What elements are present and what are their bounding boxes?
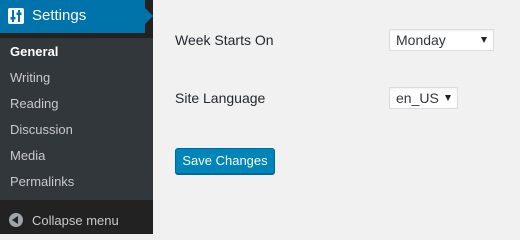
current-menu-arrow: [145, 8, 153, 24]
week-starts-on-value: Monday: [396, 32, 446, 48]
menu-settings-label: Settings: [32, 7, 87, 24]
save-changes-button[interactable]: Save Changes: [175, 148, 275, 174]
menu-settings[interactable]: Settings: [0, 0, 153, 33]
sidebar-item-writing[interactable]: Writing: [10, 70, 50, 86]
sidebar-item-discussion[interactable]: Discussion: [10, 122, 73, 138]
sidebar-item-permalinks[interactable]: Permalinks: [10, 174, 74, 190]
chevron-down-icon: [481, 37, 487, 43]
settings-sliders-icon: [8, 8, 24, 24]
chevron-down-icon: [445, 95, 451, 101]
site-language-label: Site Language: [175, 90, 266, 106]
week-starts-on-label: Week Starts On: [175, 32, 274, 48]
collapse-menu-label: Collapse menu: [32, 213, 119, 228]
settings-page: Settings General Writing Reading Discuss…: [0, 0, 520, 234]
sidebar-item-general[interactable]: General: [10, 44, 58, 60]
site-language-value: en_US: [396, 90, 439, 106]
settings-submenu: General Writing Reading Discussion Media…: [0, 38, 153, 200]
admin-sidebar: Settings General Writing Reading Discuss…: [0, 0, 153, 234]
collapse-menu-button[interactable]: Collapse menu: [0, 205, 153, 234]
week-starts-on-select[interactable]: Monday: [389, 29, 494, 51]
sidebar-item-reading[interactable]: Reading: [10, 96, 58, 112]
sidebar-item-media[interactable]: Media: [10, 148, 45, 164]
collapse-arrow-icon: [9, 213, 23, 227]
site-language-select[interactable]: en_US: [389, 87, 458, 109]
